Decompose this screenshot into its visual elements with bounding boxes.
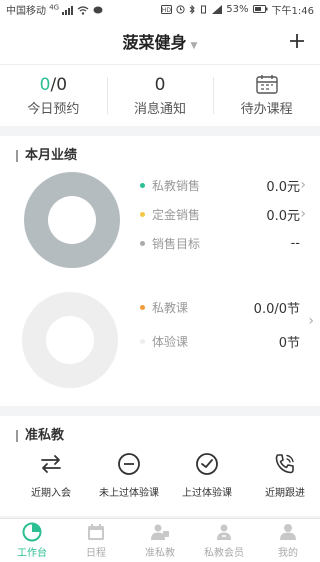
profile-icon <box>280 524 296 540</box>
app-header: 菠菜健身 ▼ <box>0 18 320 64</box>
chat-icon <box>93 6 103 14</box>
prospect-icon <box>151 524 169 540</box>
had-trial-button[interactable]: 上过体验课 <box>172 452 242 499</box>
prospect-actions: 近期入会 未上过体验课 上过体验课 近期跟进 <box>0 452 320 499</box>
legend-value: 0.0元 <box>266 208 300 224</box>
action-label: 近期入会 <box>31 488 71 499</box>
lessons-donut-chart <box>22 292 118 388</box>
action-label: 近期跟进 <box>265 488 305 499</box>
legend-private-sales[interactable]: 私教销售 0.0元 › <box>140 174 312 196</box>
chevron-right-icon[interactable]: › <box>308 313 314 329</box>
chevron-down-icon: ▼ <box>190 41 198 51</box>
sales-donut-chart <box>24 172 120 268</box>
tab-workbench[interactable]: 工作台 <box>0 519 64 562</box>
swap-arrows-icon <box>41 455 61 473</box>
legend-dot <box>140 240 145 246</box>
calendar-icon <box>88 524 104 540</box>
stat-value-highlight: 0 <box>39 75 51 95</box>
chevron-right-icon: › <box>300 177 306 193</box>
legend-label: 体验课 <box>152 334 189 349</box>
chevron-right-icon: › <box>300 206 306 222</box>
legend-value: 0.0元 <box>266 179 300 195</box>
tab-label: 工作台 <box>17 548 47 559</box>
legend-label: 销售目标 <box>152 236 201 251</box>
legend-dot <box>140 182 145 188</box>
section-title: 本月业绩 <box>16 149 77 162</box>
signal-icon-2 <box>212 4 223 14</box>
legend-dot <box>140 304 145 310</box>
tab-private-members[interactable]: 私教会员 <box>192 519 256 562</box>
svg-text:HD: HD <box>162 7 172 14</box>
add-button[interactable] <box>290 26 304 54</box>
tab-label: 私教会员 <box>204 548 244 559</box>
stat-pending-courses[interactable]: 待办课程 <box>213 65 320 126</box>
clock: 下午1:46 <box>271 5 314 17</box>
legend-trial-lessons[interactable]: 体验课 0节 <box>140 330 312 352</box>
legend-value: 0.0/0节 <box>253 301 300 317</box>
status-bar: 中国移动 4G HD 53% 下午1:46 <box>0 0 320 18</box>
gym-selector[interactable]: 菠菜健身 ▼ <box>123 29 198 53</box>
stat-value: 0/0 <box>40 74 67 96</box>
tab-label: 日程 <box>86 548 106 559</box>
stat-label: 今日预约 <box>27 102 80 117</box>
stats-bar: 0/0 今日预约 0 消息通知 待办课程 <box>0 64 320 126</box>
tab-prospects[interactable]: 准私教 <box>128 519 192 562</box>
section-title: 准私教 <box>16 429 64 442</box>
tab-profile[interactable]: 我的 <box>256 519 320 562</box>
stat-value-total: /0 <box>50 75 68 95</box>
no-trial-button[interactable]: 未上过体验课 <box>94 452 164 499</box>
stat-today-appointments[interactable]: 0/0 今日预约 <box>0 65 107 126</box>
legend-label: 定金销售 <box>152 207 201 222</box>
legend-sales-target: 销售目标 -- <box>140 232 312 254</box>
signal-icon <box>62 6 74 15</box>
tab-label: 准私教 <box>145 548 175 559</box>
stat-value: 0 <box>154 75 166 95</box>
bottom-tab-bar: 工作台 日程 准私教 私教会员 我的 <box>0 518 320 562</box>
vibrate-icon <box>201 5 207 13</box>
calendar-icon <box>255 75 278 94</box>
hd-icon: HD <box>161 4 173 14</box>
legend-deposit-sales[interactable]: 定金销售 0.0元 › <box>140 203 312 225</box>
legend-value: -- <box>290 235 300 251</box>
page-title: 菠菜健身 <box>122 33 187 52</box>
dashboard-icon <box>22 522 42 542</box>
stat-notifications[interactable]: 0 消息通知 <box>106 65 214 126</box>
tab-label: 我的 <box>278 548 298 559</box>
legend-value: 0节 <box>278 335 300 351</box>
carrier-text: 中国移动 <box>6 5 46 17</box>
plus-icon <box>290 34 304 48</box>
recent-followup-button[interactable]: 近期跟进 <box>250 452 320 499</box>
action-label: 上过体验课 <box>182 488 232 499</box>
tab-schedule[interactable]: 日程 <box>64 519 128 562</box>
recent-joins-button[interactable]: 近期入会 <box>16 452 86 499</box>
check-circle-icon <box>196 453 218 475</box>
stat-label: 待办课程 <box>240 102 293 117</box>
battery-percent: 53% <box>226 3 249 15</box>
battery-icon <box>252 5 268 13</box>
minus-circle-icon <box>118 453 140 475</box>
monthly-performance-card: 本月业绩 私教销售 0.0元 › 定金销售 0.0元 › 销售目标 -- 私教课… <box>0 136 320 406</box>
prospects-card: 准私教 近期入会 未上过体验课 上过体验课 近期跟进 <box>0 416 320 516</box>
phone-icon <box>275 454 294 474</box>
action-label: 未上过体验课 <box>99 488 159 499</box>
stat-label: 消息通知 <box>134 102 187 117</box>
legend-private-lessons[interactable]: 私教课 0.0/0节 <box>140 296 312 318</box>
donut-hole <box>48 196 96 244</box>
legend-label: 私教销售 <box>152 178 201 193</box>
wifi-icon <box>78 6 89 15</box>
bluetooth-icon <box>189 4 196 14</box>
donut-hole <box>46 316 94 364</box>
member-icon <box>217 524 231 540</box>
legend-dot <box>140 338 145 344</box>
legend-dot <box>140 211 145 217</box>
legend-label: 私教课 <box>152 300 189 315</box>
network-type: 4G <box>49 3 60 12</box>
alarm-icon <box>176 4 185 14</box>
carrier-name: 中国移动 4G <box>6 2 161 17</box>
